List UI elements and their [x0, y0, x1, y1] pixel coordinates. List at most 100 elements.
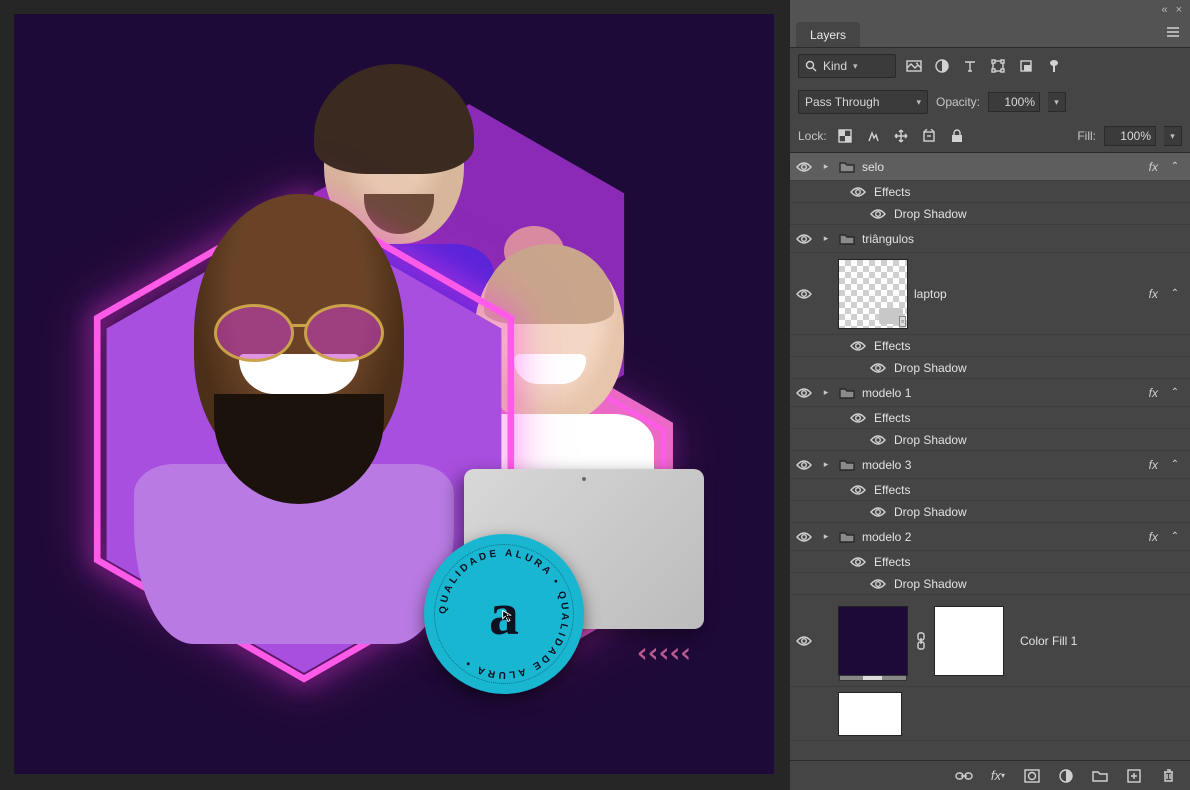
effect-item[interactable]: Drop Shadow [790, 573, 1190, 595]
smart-object-badge-icon: ▫ [899, 316, 906, 327]
disclosure-icon[interactable]: ▸ [820, 387, 832, 398]
filter-artboard-icon[interactable] [1044, 56, 1064, 76]
opacity-input[interactable]: 100% [988, 92, 1040, 112]
filter-smart-icon[interactable] [1016, 56, 1036, 76]
effects-collapse-icon[interactable]: ⌃ [1168, 161, 1182, 172]
layer-name[interactable]: modelo 2 [862, 530, 1139, 544]
layer-triangulos[interactable]: ▸ triângulos [790, 225, 1190, 253]
effect-item[interactable]: Drop Shadow [790, 429, 1190, 451]
fx-indicator[interactable]: fx [1145, 386, 1162, 400]
visibility-toggle-icon[interactable] [868, 578, 888, 590]
layer-mask-icon[interactable] [1022, 766, 1042, 786]
effect-item[interactable]: Drop Shadow [790, 203, 1190, 225]
visibility-toggle-icon[interactable] [794, 161, 814, 173]
disclosure-icon[interactable]: ▸ [820, 531, 832, 542]
visibility-toggle-icon[interactable] [794, 387, 814, 399]
effects-collapse-icon[interactable]: ⌃ [1168, 387, 1182, 398]
lock-label: Lock: [798, 129, 827, 143]
visibility-toggle-icon[interactable] [794, 459, 814, 471]
effects-collapse-icon[interactable]: ⌃ [1168, 531, 1182, 542]
lock-artboard-icon[interactable] [919, 126, 939, 146]
layer-background[interactable] [790, 687, 1190, 741]
effects-row[interactable]: Effects [790, 479, 1190, 501]
collapse-panel-icon[interactable]: « [1161, 4, 1167, 16]
effect-item[interactable]: Drop Shadow [790, 357, 1190, 379]
effects-row[interactable]: Effects [790, 181, 1190, 203]
fx-indicator[interactable]: fx [1145, 458, 1162, 472]
layer-thumbnail[interactable]: ▫ [838, 259, 908, 329]
delete-layer-icon[interactable] [1158, 766, 1178, 786]
fx-indicator[interactable]: fx [1145, 287, 1162, 301]
visibility-toggle-icon[interactable] [848, 556, 868, 568]
blend-mode-value: Pass Through [805, 95, 880, 109]
filter-type-icon[interactable] [960, 56, 980, 76]
adjustment-layer-icon[interactable] [1056, 766, 1076, 786]
layer-name[interactable]: Color Fill 1 [1020, 634, 1182, 648]
opacity-dropdown-icon[interactable]: ▾ [1048, 92, 1066, 112]
link-icon[interactable] [916, 632, 926, 650]
layer-style-icon[interactable]: fx▾ [988, 766, 1008, 786]
opacity-label: Opacity: [936, 95, 980, 109]
layer-name[interactable]: modelo 3 [862, 458, 1139, 472]
layer-thumbnail[interactable] [838, 692, 902, 736]
panel-footer: fx▾ [790, 760, 1190, 790]
visibility-toggle-icon[interactable] [794, 635, 814, 647]
filter-kind-label: Kind [823, 59, 847, 73]
visibility-toggle-icon[interactable] [794, 233, 814, 245]
chevrons-decor: ‹‹‹‹‹ [634, 639, 688, 667]
effects-row[interactable]: Effects [790, 407, 1190, 429]
blend-mode-select[interactable]: Pass Through ▾ [798, 90, 928, 114]
layer-modelo-2[interactable]: ▸ modelo 2 fx ⌃ [790, 523, 1190, 551]
fill-input[interactable]: 100% [1104, 126, 1156, 146]
lock-transparency-icon[interactable] [835, 126, 855, 146]
layer-modelo-3[interactable]: ▸ modelo 3 fx ⌃ [790, 451, 1190, 479]
visibility-toggle-icon[interactable] [848, 484, 868, 496]
lock-all-icon[interactable] [947, 126, 967, 146]
tab-layers[interactable]: Layers [796, 22, 860, 47]
canvas-area[interactable]: ‹‹‹‹‹ QUALIDADE ALURA • QUALIDADE ALURA … [0, 0, 790, 790]
mask-thumbnail[interactable] [934, 606, 1004, 676]
visibility-toggle-icon[interactable] [794, 288, 814, 300]
panel-menu-icon[interactable] [1156, 20, 1190, 47]
layer-selo[interactable]: ▸ selo fx ⌃ [790, 153, 1190, 181]
layer-name[interactable]: triângulos [862, 232, 1182, 246]
filter-adjust-icon[interactable] [932, 56, 952, 76]
effects-row[interactable]: Effects [790, 551, 1190, 573]
fx-indicator[interactable]: fx [1145, 530, 1162, 544]
layer-laptop[interactable]: ▫ laptop fx ⌃ [790, 253, 1190, 335]
filter-shape-icon[interactable] [988, 56, 1008, 76]
disclosure-icon[interactable]: ▸ [820, 459, 832, 470]
lock-position-icon[interactable] [891, 126, 911, 146]
new-layer-icon[interactable] [1124, 766, 1144, 786]
visibility-toggle-icon[interactable] [868, 208, 888, 220]
effects-collapse-icon[interactable]: ⌃ [1168, 459, 1182, 470]
visibility-toggle-icon[interactable] [868, 506, 888, 518]
layer-name[interactable]: selo [862, 160, 1139, 174]
fill-thumbnail[interactable] [838, 606, 908, 676]
visibility-toggle-icon[interactable] [848, 340, 868, 352]
lock-image-icon[interactable] [863, 126, 883, 146]
fx-indicator[interactable]: fx [1145, 160, 1162, 174]
layer-modelo-1[interactable]: ▸ modelo 1 fx ⌃ [790, 379, 1190, 407]
visibility-toggle-icon[interactable] [868, 434, 888, 446]
visibility-toggle-icon[interactable] [848, 186, 868, 198]
document-canvas[interactable]: ‹‹‹‹‹ QUALIDADE ALURA • QUALIDADE ALURA … [14, 14, 774, 774]
disclosure-icon[interactable]: ▸ [820, 233, 832, 244]
link-layers-icon[interactable] [954, 766, 974, 786]
filter-pixel-icon[interactable] [904, 56, 924, 76]
effects-collapse-icon[interactable]: ⌃ [1168, 288, 1182, 299]
disclosure-icon[interactable]: ▸ [820, 161, 832, 172]
layers-list[interactable]: ▸ selo fx ⌃ Effects Drop Shadow [790, 152, 1190, 760]
visibility-toggle-icon[interactable] [868, 362, 888, 374]
new-group-icon[interactable] [1090, 766, 1110, 786]
close-panel-icon[interactable]: × [1176, 4, 1182, 16]
visibility-toggle-icon[interactable] [848, 412, 868, 424]
effect-item[interactable]: Drop Shadow [790, 501, 1190, 523]
fill-dropdown-icon[interactable]: ▾ [1164, 126, 1182, 146]
layer-name[interactable]: modelo 1 [862, 386, 1139, 400]
layer-name[interactable]: laptop [914, 287, 1139, 301]
layer-color-fill-1[interactable]: Color Fill 1 [790, 595, 1190, 687]
effects-row[interactable]: Effects [790, 335, 1190, 357]
visibility-toggle-icon[interactable] [794, 531, 814, 543]
filter-kind-select[interactable]: Kind ▾ [798, 54, 896, 78]
